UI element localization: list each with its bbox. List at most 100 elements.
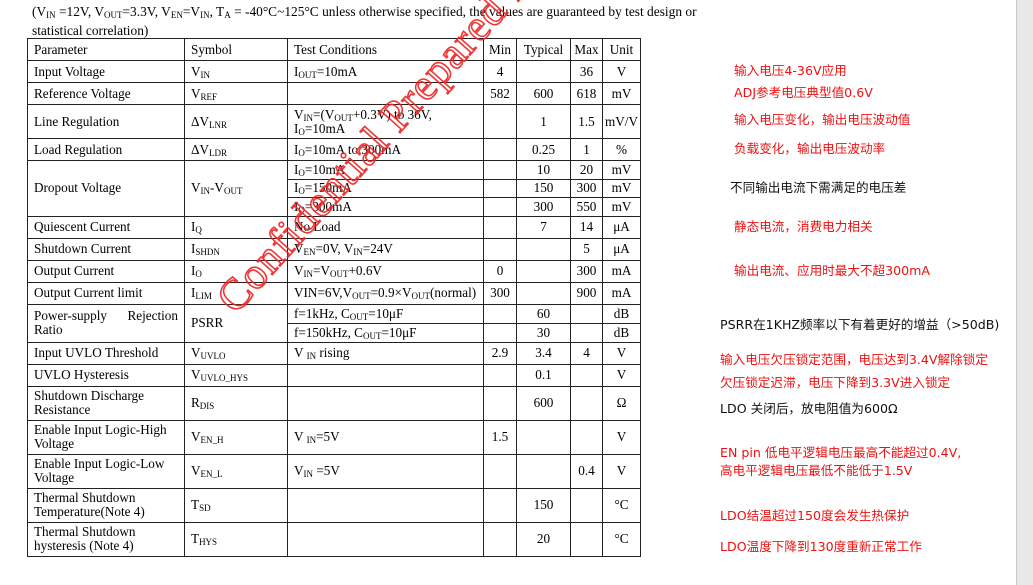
typical-cell: 0.1	[516, 363, 571, 387]
column-header: Max	[570, 38, 603, 61]
unit-cell: mV	[602, 178, 641, 198]
table-row: Quiescent Current IQ No Load 7 14 μA	[27, 215, 641, 239]
test-condition-cell	[287, 363, 484, 387]
parameter-cell: Output Current limit	[27, 281, 185, 305]
annotation-note: 高电平逻辑电压最低不能低于1.5V	[720, 463, 913, 478]
symbol-cell: VIN-VOUT	[184, 160, 288, 217]
min-cell	[483, 385, 517, 421]
parameter-cell: Enable Input Logic-High Voltage	[27, 419, 185, 455]
annotation-note: LDO结温超过150度会发生热保护	[720, 508, 910, 523]
typical-cell: 20	[516, 521, 571, 557]
typical-cell	[516, 259, 571, 283]
annotation-note: LDO温度下降到130度重新正常工作	[720, 539, 922, 554]
unit-cell: μA	[602, 215, 641, 239]
max-cell	[570, 385, 603, 421]
annotation-note: 输入电压变化，输出电压波动值	[734, 112, 911, 127]
parameter-cell: Quiescent Current	[27, 215, 185, 239]
table-row: Shutdown Discharge Resistance RDIS 600 Ω	[27, 385, 641, 421]
symbol-cell: PSRR	[184, 303, 288, 343]
max-cell: 5	[570, 237, 603, 261]
test-condition-cell: VIN=VOUT+0.6V	[287, 259, 484, 283]
unit-cell: °C	[602, 521, 641, 557]
table-row: Enable Input Logic-Low Voltage VEN_L VIN =…	[27, 453, 641, 489]
max-cell: 20	[570, 160, 603, 180]
symbol-cell: ILIM	[184, 281, 288, 305]
typical-cell: 0.25	[516, 138, 571, 161]
annotation-note: 静态电流，消费电力相关	[734, 219, 873, 234]
column-header: Min	[483, 38, 517, 61]
table-row: Input Voltage VIN IOUT=10mA 4 36 V	[27, 60, 641, 83]
test-condition-cell: V IN rising	[287, 341, 484, 365]
symbol-cell: ISHDN	[184, 237, 288, 261]
parameter-cell: Reference Voltage	[27, 82, 185, 105]
table-row: Power-supply Rejection Ratio PSRR f=1kHz, …	[27, 303, 641, 343]
test-condition-cell: VIN=6V,VOUT=0.9×VOUT(normal)	[287, 281, 484, 305]
typical-cell: 7	[516, 215, 571, 239]
test-condition-cell: IO=300mA	[287, 197, 484, 217]
symbol-cell: VIN	[184, 60, 288, 83]
annotation-note: 负载变化，输出电压波动率	[734, 141, 886, 156]
column-header: Unit	[602, 38, 641, 61]
annotation-note: 输出电流、应用时最大不超300mA	[734, 263, 931, 278]
min-cell: 300	[483, 281, 517, 305]
test-condition-cell: IO=150mA	[287, 178, 484, 198]
max-cell	[570, 487, 603, 523]
max-cell: 550	[570, 197, 603, 217]
annotation-notes: 输入电压4-36V应用 ADJ参考电压典型值0.6V 输入电压变化，输出电压波动值负…	[718, 0, 1018, 585]
min-cell	[483, 521, 517, 557]
unit-cell: mV	[602, 197, 641, 217]
unit-cell: mV	[602, 82, 641, 105]
symbol-cell: THYS	[184, 521, 288, 557]
min-cell	[483, 453, 517, 489]
table-row: Dropout Voltage VIN-VOUT IO=10mA 10 20 mV	[27, 160, 641, 217]
typical-cell: 10	[516, 160, 571, 180]
table-row: Thermal Shutdown Temperature(Note 4) TSD 1…	[27, 487, 641, 523]
max-cell: 300	[570, 259, 603, 283]
table-row: Enable Input Logic-High Voltage VEN_H V IN…	[27, 419, 641, 455]
annotation-note: 输入电压欠压锁定范围，电压达到3.4V解除锁定	[720, 352, 988, 367]
test-condition-cell: f=150kHz, COUT=10μF	[287, 322, 484, 343]
min-cell: 4	[483, 60, 517, 83]
min-cell: 1.5	[483, 419, 517, 455]
max-cell	[570, 363, 603, 387]
min-cell	[483, 237, 517, 261]
typical-cell: 600	[516, 82, 571, 105]
min-cell	[483, 215, 517, 239]
table-row: Reference Voltage VREF 582 600 618 mV	[27, 82, 641, 105]
max-cell: 1	[570, 138, 603, 161]
parameter-cell: Dropout Voltage	[27, 160, 185, 217]
max-cell	[570, 322, 603, 343]
table-row: Shutdown Current ISHDN VEN=0V, VIN=24V 5 μA	[27, 237, 641, 261]
max-cell	[570, 419, 603, 455]
test-condition-cell: IO=10mA to 300mA	[287, 138, 484, 161]
min-cell: 0	[483, 259, 517, 283]
test-conditions-intro: (VIN =12V, VOUT=3.3V, VEN=VIN, TA = -40°…	[32, 4, 697, 38]
min-cell	[483, 178, 517, 198]
side-panel-scroll-area[interactable]	[1016, 0, 1033, 585]
test-condition-cell	[287, 521, 484, 557]
symbol-cell: ΔVLNR	[184, 104, 288, 139]
test-condition-cell: f=1kHz, COUT=10μF	[287, 303, 484, 324]
min-cell: 2.9	[483, 341, 517, 365]
typical-cell: 600	[516, 385, 571, 421]
min-cell	[483, 363, 517, 387]
test-condition-cell: VIN =5V	[287, 453, 484, 489]
symbol-cell: ΔVLDR	[184, 138, 288, 161]
table-row: Input UVLO Threshold VUVLO V IN rising 2.9 3…	[27, 341, 641, 365]
symbol-cell: IO	[184, 259, 288, 283]
parameter-cell: Input Voltage	[27, 60, 185, 83]
parameter-cell: Shutdown Discharge Resistance	[27, 385, 185, 421]
typical-cell: 1	[516, 104, 571, 139]
max-cell: 1.5	[570, 104, 603, 139]
test-condition-cell	[287, 487, 484, 523]
annotation-note: 输入电压4-36V应用	[734, 63, 847, 78]
typical-cell	[516, 60, 571, 83]
parameter-cell: Input UVLO Threshold	[27, 341, 185, 365]
max-cell: 618	[570, 82, 603, 105]
unit-cell: V	[602, 453, 641, 489]
min-cell	[483, 138, 517, 161]
symbol-cell: RDIS	[184, 385, 288, 421]
annotation-note: 不同输出电流下需满足的电压差	[730, 180, 907, 195]
max-cell: 4	[570, 341, 603, 365]
min-cell	[483, 487, 517, 523]
